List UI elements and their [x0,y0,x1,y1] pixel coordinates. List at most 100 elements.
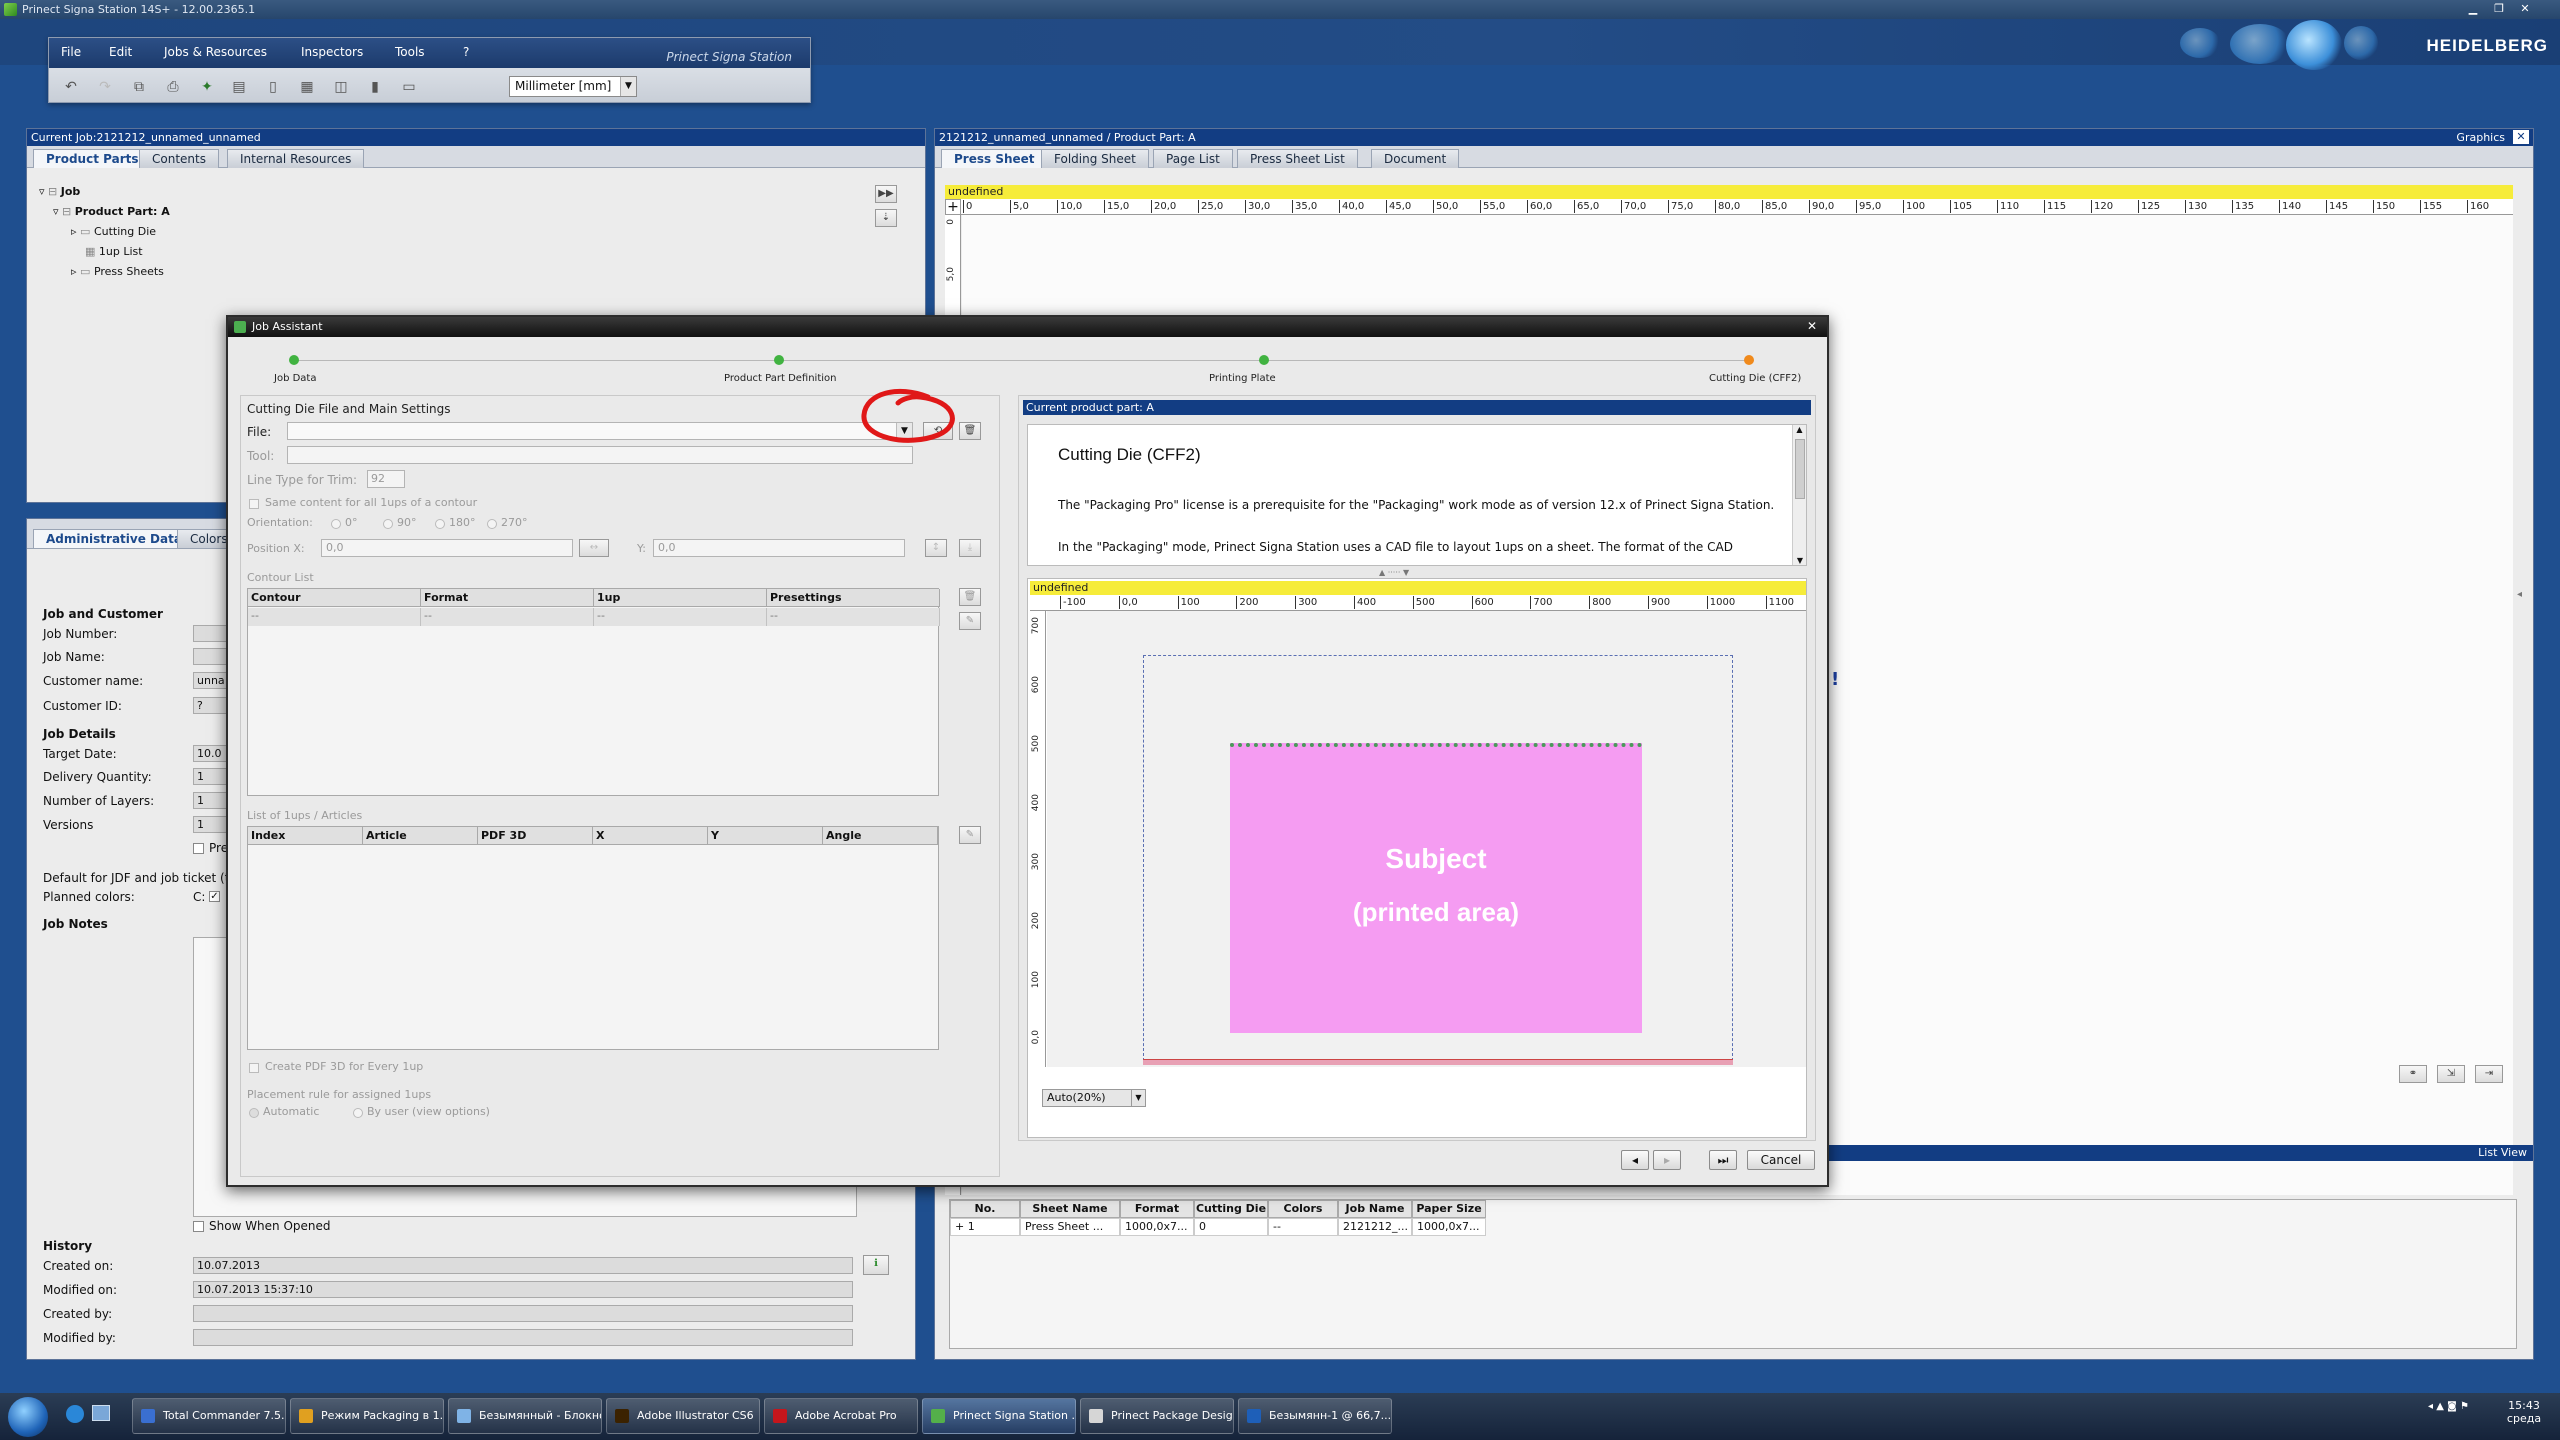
list-cell[interactable]: -- [1268,1218,1338,1236]
list-column-header[interactable]: Paper Size [1412,1200,1486,1218]
placement-user-radio[interactable] [353,1108,363,1118]
tree-item-1up-list[interactable]: ▦ 1up List [39,245,170,265]
scroll-down-icon[interactable]: ▼ [1793,556,1807,565]
document-icon[interactable]: ▭ [399,77,419,97]
contour-cell[interactable]: -- [767,608,940,626]
tree-item-job[interactable]: ▿ ⊟ Job [39,185,170,205]
anchor-icon[interactable]: ⤓ [959,539,981,557]
contour-column-header[interactable]: 1up [594,589,767,607]
fit-icon[interactable]: ⇲ [2437,1065,2465,1083]
tab-product-parts[interactable]: Product Parts [33,149,152,168]
tab-document[interactable]: Document [1371,149,1460,168]
position-x-field[interactable]: 0,0 [321,539,573,557]
print-icon[interactable]: ⎙ [163,77,183,97]
list-cell[interactable]: 1000,0x7... [1120,1218,1194,1236]
chevron-down-icon[interactable]: ▼ [1131,1090,1145,1106]
taskbar-item[interactable]: Prinect Signa Station ... [922,1398,1076,1434]
info-scrollbar[interactable]: ▲ ▼ [1792,425,1806,565]
preview-canvas[interactable]: Subject (printed area) [1047,611,1806,1067]
info-icon[interactable]: ℹ [863,1255,889,1275]
orientation-radio[interactable] [435,519,445,529]
fold-icon[interactable]: ◫ [331,77,351,97]
menu-file[interactable]: File [61,45,81,59]
menu-edit[interactable]: Edit [109,45,132,59]
placement-automatic-radio[interactable] [249,1108,259,1118]
list-column-header[interactable]: Format [1120,1200,1194,1218]
start-button[interactable] [8,1397,48,1437]
contour-column-header[interactable]: Presettings [767,589,940,607]
tree-item-product-part[interactable]: ▿ ⊟ Product Part: A [39,205,170,225]
finish-button[interactable]: ⏭ [1709,1150,1737,1170]
taskbar-item[interactable]: Prinect Package Desig... [1080,1398,1234,1434]
position-y-picker-icon[interactable]: ↕ [925,539,947,557]
sheet-icon[interactable]: ▮ [365,77,385,97]
menu-help[interactable]: ? [463,45,469,59]
next-button[interactable]: ▸ [1653,1150,1681,1170]
line-type-field[interactable]: 92 [367,470,405,488]
tab-page-list[interactable]: Page List [1153,149,1233,168]
previous-button[interactable]: ◂ [1621,1150,1649,1170]
signa-icon[interactable]: ✦ [197,77,217,97]
step-label[interactable]: Printing Plate [1209,373,1276,384]
copy-icon[interactable]: ⧉ [129,77,149,97]
contour-column-header[interactable]: Contour [248,589,421,607]
oneup-column-header[interactable]: Article [363,827,478,845]
minimize-icon[interactable]: ▁ [2462,2,2484,16]
close-graphics-icon[interactable]: ✕ [2513,130,2529,144]
taskbar-item[interactable]: Безымянный - Блокнот [448,1398,602,1434]
list-cell[interactable]: 1000,0x7... [1412,1218,1486,1236]
browser-icon[interactable] [66,1405,84,1423]
list-column-header[interactable]: Colors [1268,1200,1338,1218]
list-column-header[interactable]: Job Name [1338,1200,1412,1218]
orientation-radio[interactable] [487,519,497,529]
contour-cell[interactable]: -- [248,608,421,626]
layout-icon[interactable]: ▤ [229,77,249,97]
menu-tools[interactable]: Tools [395,45,425,59]
chevron-down-icon[interactable]: ▼ [620,77,636,96]
undo-icon[interactable]: ↶ [61,77,81,97]
ruler-origin-icon[interactable]: + [945,199,961,215]
scroll-thumb[interactable] [1795,439,1805,499]
grid-icon[interactable]: ▦ [297,77,317,97]
oneup-column-header[interactable]: X [593,827,708,845]
oneup-column-header[interactable]: Angle [823,827,938,845]
tab-folding-sheet[interactable]: Folding Sheet [1041,149,1149,168]
planned-colors-checkbox[interactable]: ✓ [209,891,220,902]
list-cell[interactable]: 0 [1194,1218,1268,1236]
dialog-close-icon[interactable]: ✕ [1807,319,1817,333]
taskbar-item[interactable]: Adobe Illustrator CS6 [606,1398,760,1434]
oneup-column-header[interactable]: Index [248,827,363,845]
step-label[interactable]: Cutting Die (CFF2) [1709,373,1801,384]
taskbar-item[interactable]: Total Commander 7.5... [132,1398,286,1434]
unit-select[interactable]: Millimeter [mm] ▼ [509,76,637,97]
collapse-icon[interactable]: ⇣ [875,209,897,227]
splitter-handle-icon[interactable]: ▲ ····· ▼ [1379,568,1409,577]
list-column-header[interactable]: Sheet Name [1020,1200,1120,1218]
tab-press-sheet-list[interactable]: Press Sheet List [1237,149,1358,168]
list-cell[interactable]: 2121212_... [1338,1218,1412,1236]
orientation-radio[interactable] [331,519,341,529]
menu-inspectors[interactable]: Inspectors [301,45,363,59]
panel-toggle-icon[interactable]: ⇥ [2475,1065,2503,1083]
splitter-icon[interactable]: ◂ [2517,589,2522,600]
taskbar-item[interactable]: Безымянн-1 @ 66,7... [1238,1398,1392,1434]
tab-administrative-data[interactable]: Administrative Data [33,529,195,548]
orientation-radio[interactable] [383,519,393,529]
taskbar-item[interactable]: Adobe Acrobat Pro [764,1398,918,1434]
same-content-checkbox[interactable] [249,499,259,509]
edit-1up-icon[interactable]: ✎ [959,826,981,844]
desktop-icon[interactable] [92,1405,110,1421]
cancel-button[interactable]: Cancel [1747,1150,1815,1170]
tool-field[interactable] [287,446,913,464]
clock[interactable]: 15:43 среда [2494,1399,2554,1425]
tree-item-press-sheets[interactable]: ▹ ▭ Press Sheets [39,265,170,285]
zoom-link-icon[interactable]: ⚭ [2399,1065,2427,1083]
position-y-field[interactable]: 0,0 [653,539,905,557]
tab-press-sheet[interactable]: Press Sheet [941,149,1048,168]
play-icon[interactable]: ▶▶ [875,185,897,203]
contour-cell[interactable]: -- [594,608,767,626]
pre-checkbox[interactable] [193,843,204,854]
contour-cell[interactable]: -- [421,608,594,626]
subject-area[interactable]: Subject (printed area) [1230,743,1642,1033]
restore-icon[interactable]: ❐ [2488,2,2510,16]
